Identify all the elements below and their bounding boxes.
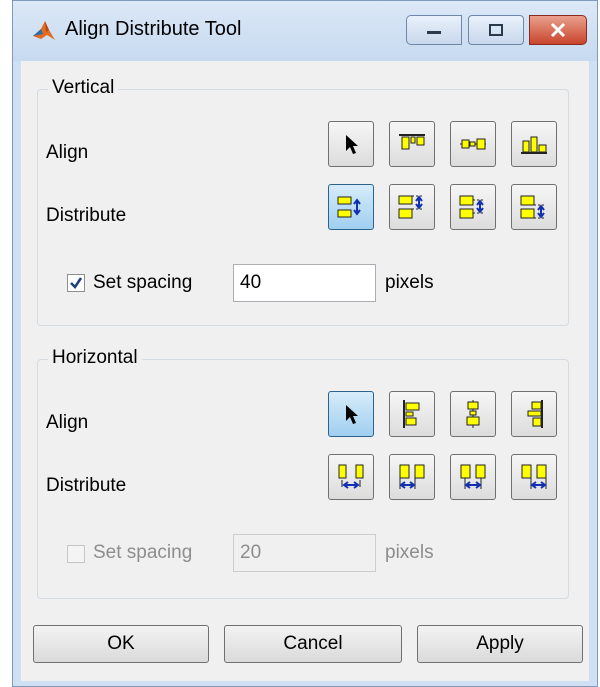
align-distribute-window: Align Distribute Tool Vertical Align Dis… [12, 0, 598, 687]
vertical-group-title: Vertical [48, 77, 119, 99]
close-icon [550, 22, 566, 38]
distribute-horizontal-gaps-button[interactable] [328, 454, 374, 500]
vertical-group: Vertical Align Distribute Set spacing 40… [37, 77, 569, 326]
distribute-right-icon [521, 464, 547, 489]
horizontal-group-title: Horizontal [48, 347, 142, 369]
arrow-cursor-icon [346, 135, 358, 154]
minimize-icon [427, 31, 441, 34]
distribute-top-icon [398, 195, 423, 219]
horizontal-align-label: Align [46, 412, 89, 433]
distribute-top-button[interactable] [389, 184, 435, 230]
ok-button[interactable]: OK [33, 625, 209, 663]
horizontal-spacing-input[interactable] [233, 534, 376, 572]
horizontal-select-button[interactable] [328, 391, 374, 437]
distribute-bottom-icon [520, 195, 545, 219]
vertical-distribute-label: Distribute [46, 205, 127, 226]
vertical-set-spacing-checkbox[interactable] [67, 274, 85, 292]
vertical-align-label: Align [46, 142, 89, 163]
cancel-button[interactable]: Cancel [224, 625, 402, 663]
distribute-horizontal-gaps-icon [338, 464, 364, 489]
distribute-vertical-gaps-icon [337, 196, 361, 218]
vertical-select-button[interactable] [328, 121, 374, 167]
distribute-right-button[interactable] [511, 454, 557, 500]
checkmark-icon [70, 277, 83, 289]
minimize-button[interactable] [406, 15, 462, 45]
align-middle-button[interactable] [450, 121, 496, 167]
align-left-icon [403, 400, 420, 428]
matlab-icon [33, 21, 55, 40]
window-title: Align Distribute Tool [65, 18, 242, 40]
distribute-bottom-button[interactable] [511, 184, 557, 230]
align-left-button[interactable] [389, 391, 435, 437]
close-button[interactable] [529, 15, 587, 45]
align-bottom-icon [521, 136, 547, 154]
title-bar[interactable]: Align Distribute Tool [13, 1, 597, 61]
horizontal-distribute-label: Distribute [46, 475, 127, 496]
align-top-icon [399, 134, 425, 150]
align-right-button[interactable] [511, 391, 557, 437]
horizontal-set-spacing-label: Set spacing [93, 542, 193, 563]
horizontal-set-spacing-checkbox[interactable] [67, 545, 85, 563]
maximize-button[interactable] [468, 15, 524, 45]
distribute-middle-icon [459, 195, 484, 219]
apply-button[interactable]: Apply [417, 625, 583, 663]
horizontal-group: Horizontal Align Distribute Set spacing … [37, 347, 569, 599]
distribute-middle-button[interactable] [450, 184, 496, 230]
vertical-set-spacing-label: Set spacing [93, 272, 193, 293]
align-middle-icon [460, 138, 486, 150]
horizontal-spacing-unit: pixels [385, 542, 434, 563]
distribute-left-icon [399, 464, 425, 489]
maximize-icon [489, 24, 503, 36]
align-center-icon [466, 400, 480, 428]
distribute-left-button[interactable] [389, 454, 435, 500]
vertical-spacing-unit: pixels [385, 272, 434, 293]
align-right-icon [527, 400, 543, 428]
align-center-button[interactable] [450, 391, 496, 437]
align-bottom-button[interactable] [511, 121, 557, 167]
align-top-button[interactable] [389, 121, 435, 167]
vertical-spacing-input[interactable] [233, 264, 376, 302]
distribute-center-button[interactable] [450, 454, 496, 500]
arrow-cursor-icon [346, 405, 358, 424]
distribute-center-icon [460, 464, 486, 489]
distribute-vertical-gaps-button[interactable] [328, 184, 374, 230]
dialog-body: Vertical Align Distribute Set spacing 40… [21, 61, 589, 681]
